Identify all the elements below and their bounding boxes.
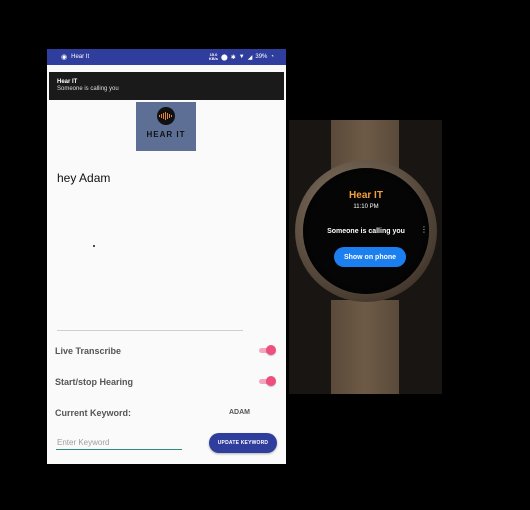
bluetooth-icon: ✱ <box>230 54 236 61</box>
live-transcribe-toggle[interactable] <box>259 345 276 355</box>
greeting-text: hey Adam <box>57 171 111 185</box>
start-stop-hearing-toggle[interactable] <box>259 376 276 386</box>
signal-icon: ◢ <box>247 54 253 61</box>
watch-photo: Hear IT 11:10 PM Someone is calling you … <box>289 120 442 394</box>
notification-title: Hear IT <box>57 79 78 85</box>
battery-percent: 39% <box>255 54 268 60</box>
watch-time: 11:10 PM <box>353 204 379 210</box>
dot-mark <box>93 245 95 247</box>
watch-band-bottom <box>331 300 399 394</box>
keyword-input[interactable] <box>56 435 182 450</box>
watch-screen: Hear IT 11:10 PM Someone is calling you … <box>303 168 429 294</box>
location-icon: ⬤ <box>221 54 228 61</box>
logo-text: HEAR IT <box>146 130 186 139</box>
watch-case: Hear IT 11:10 PM Someone is calling you … <box>295 160 437 302</box>
net-speed-unit: KB/s <box>208 56 219 61</box>
phone-screenshot: ◉ Hear It 15.0 KB/s ⬤ ✱ ▼ ◢ 39% ◔ Hear I… <box>47 49 286 464</box>
wifi-icon: ▼ <box>238 54 245 60</box>
status-bar: ◉ Hear It 15.0 KB/s ⬤ ✱ ▼ ◢ 39% ◔ <box>47 49 286 65</box>
battery-icon: ◔ <box>270 54 274 60</box>
update-keyword-button[interactable]: UPDATE KEYWORD <box>209 433 277 453</box>
app-logo: HEAR IT <box>136 102 196 151</box>
toggle-thumb <box>266 376 276 386</box>
watch-notification-title: Hear IT <box>349 190 383 201</box>
toggle-thumb <box>266 345 276 355</box>
sound-wave-icon <box>157 107 175 125</box>
eye-icon: ◉ <box>61 54 68 61</box>
show-on-phone-button[interactable]: Show on phone <box>334 247 406 267</box>
notification-banner[interactable]: Hear IT Someone is calling you <box>49 72 284 100</box>
status-icons: 15.0 KB/s ⬤ ✱ ▼ ◢ 39% ◔ <box>209 53 274 61</box>
divider <box>57 330 243 331</box>
notification-body: Someone is calling you <box>57 86 119 92</box>
watch-notification-message: Someone is calling you <box>327 228 405 235</box>
net-speed: 15.0 KB/s <box>209 53 218 61</box>
start-stop-hearing-label: Start/stop Hearing <box>55 377 134 387</box>
current-keyword-label: Current Keyword: <box>55 408 132 418</box>
more-vert-icon[interactable]: ⋮ <box>420 226 428 234</box>
live-transcribe-label: Live Transcribe <box>55 346 122 356</box>
current-keyword-value: ADAM <box>229 409 250 416</box>
status-app-name: Hear It <box>71 54 90 60</box>
